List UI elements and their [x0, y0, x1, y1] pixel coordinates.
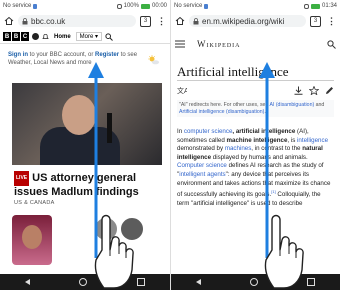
article-link[interactable]: machines	[225, 145, 251, 152]
battery-icon	[140, 3, 150, 9]
search-icon[interactable]	[327, 39, 336, 49]
tab-switcher-button[interactable]: 3	[310, 15, 321, 27]
tab-switcher-button[interactable]: 3	[140, 15, 151, 27]
status-bar: No service 01:34	[171, 0, 340, 12]
nav-more-button[interactable]: More ▾	[75, 32, 103, 41]
sim-icon	[33, 3, 38, 9]
signin-prompt: Sign in to your BBC account, or Register…	[8, 52, 138, 66]
disambiguation-link-2[interactable]: Artificial intelligence (disambiguation)	[179, 109, 264, 115]
svg-text:文A: 文A	[177, 86, 187, 95]
address-bar[interactable]: en.m.wikipedia.org/wiki	[189, 15, 306, 27]
url-text: en.m.wikipedia.org/wiki	[202, 16, 285, 26]
pointing-hand-icon	[264, 214, 304, 289]
battery-icon	[310, 3, 320, 9]
wifi-icon	[116, 3, 122, 9]
thumbnail-image[interactable]	[12, 215, 52, 265]
home-button-icon[interactable]	[79, 278, 88, 286]
clock: 01:34	[321, 3, 337, 9]
register-link[interactable]: Register	[95, 52, 119, 58]
bbc-logo[interactable]: B B C	[3, 32, 29, 41]
battery-percent: 100%	[123, 3, 139, 9]
address-bar[interactable]: bbc.co.uk	[18, 15, 136, 27]
browser-toolbar: en.m.wikipedia.org/wiki 3 ⋮	[171, 12, 340, 30]
story-section-label[interactable]: US & CANADA	[14, 200, 55, 206]
wikipedia-wordmark[interactable]: Wikipedia	[197, 39, 327, 49]
pointing-hand-icon	[94, 214, 134, 289]
article-link[interactable]: intelligence	[297, 137, 328, 144]
clock: 00:00	[151, 3, 167, 9]
signin-link[interactable]: Sign in	[8, 52, 28, 58]
wifi-icon	[303, 3, 309, 9]
language-icon[interactable]: 文A	[177, 86, 187, 95]
menu-icon[interactable]: ⋮	[327, 16, 336, 27]
browser-toolbar: bbc.co.uk 3 ⋮	[0, 12, 170, 30]
article-link[interactable]: Computer science	[177, 162, 227, 169]
url-text: bbc.co.uk	[31, 16, 66, 26]
lock-icon	[22, 17, 28, 24]
article-link[interactable]: intelligent agents	[179, 171, 225, 178]
star-icon[interactable]	[309, 85, 319, 95]
carrier-text: No service	[174, 3, 203, 9]
menu-icon[interactable]: ⋮	[157, 16, 166, 27]
chevron-down-icon: ▾	[95, 34, 99, 40]
download-icon[interactable]	[294, 86, 303, 95]
edit-pencil-icon[interactable]	[325, 86, 334, 95]
sim-icon	[204, 3, 209, 9]
carrier-text: No service	[3, 3, 32, 9]
nav-home-link[interactable]: Home	[52, 34, 73, 40]
status-bar: No service 100% 00:00	[0, 0, 170, 12]
article-link[interactable]: computer science	[184, 128, 233, 135]
live-badge: LIVE	[14, 171, 30, 186]
bbc-nav-bar: B B C Home More ▾	[0, 30, 170, 44]
account-icon[interactable]	[32, 33, 39, 40]
home-button-icon[interactable]	[249, 278, 258, 286]
lock-icon	[193, 17, 199, 24]
notifications-icon[interactable]	[42, 33, 49, 40]
nav-more-label: More	[79, 34, 94, 40]
weather-sun-cloud-icon	[148, 55, 160, 65]
home-icon[interactable]	[4, 16, 14, 26]
search-icon[interactable]	[105, 32, 113, 41]
home-icon[interactable]	[175, 16, 185, 26]
back-icon[interactable]	[24, 279, 30, 285]
wiki-header: Wikipedia	[171, 36, 340, 52]
back-icon[interactable]	[195, 279, 201, 285]
hamburger-menu-icon[interactable]	[175, 40, 185, 48]
